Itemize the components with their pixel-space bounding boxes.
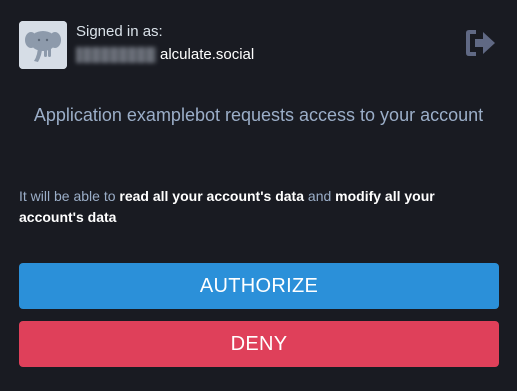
- account-header: Signed in as: alculate.social: [19, 21, 499, 69]
- permission-read: read all your account's data: [119, 188, 305, 204]
- authorize-button[interactable]: AUTHORIZE: [19, 263, 499, 309]
- avatar: [19, 21, 67, 69]
- logout-icon: [466, 30, 495, 56]
- signed-in-label: Signed in as:: [76, 23, 163, 40]
- permissions-intro: It will be able to: [19, 188, 120, 204]
- redacted-username: [76, 47, 156, 63]
- account-domain: alculate.social: [160, 46, 255, 63]
- permissions-description: It will be able to read all your account…: [19, 186, 489, 228]
- logout-button[interactable]: [463, 27, 499, 59]
- account-name: alculate.social: [76, 45, 276, 65]
- deny-button[interactable]: DENY: [19, 321, 499, 367]
- permissions-joiner: and: [304, 188, 336, 204]
- mastodon-elephant-icon: [19, 21, 67, 69]
- authorization-prompt: Application examplebot requests access t…: [33, 105, 484, 125]
